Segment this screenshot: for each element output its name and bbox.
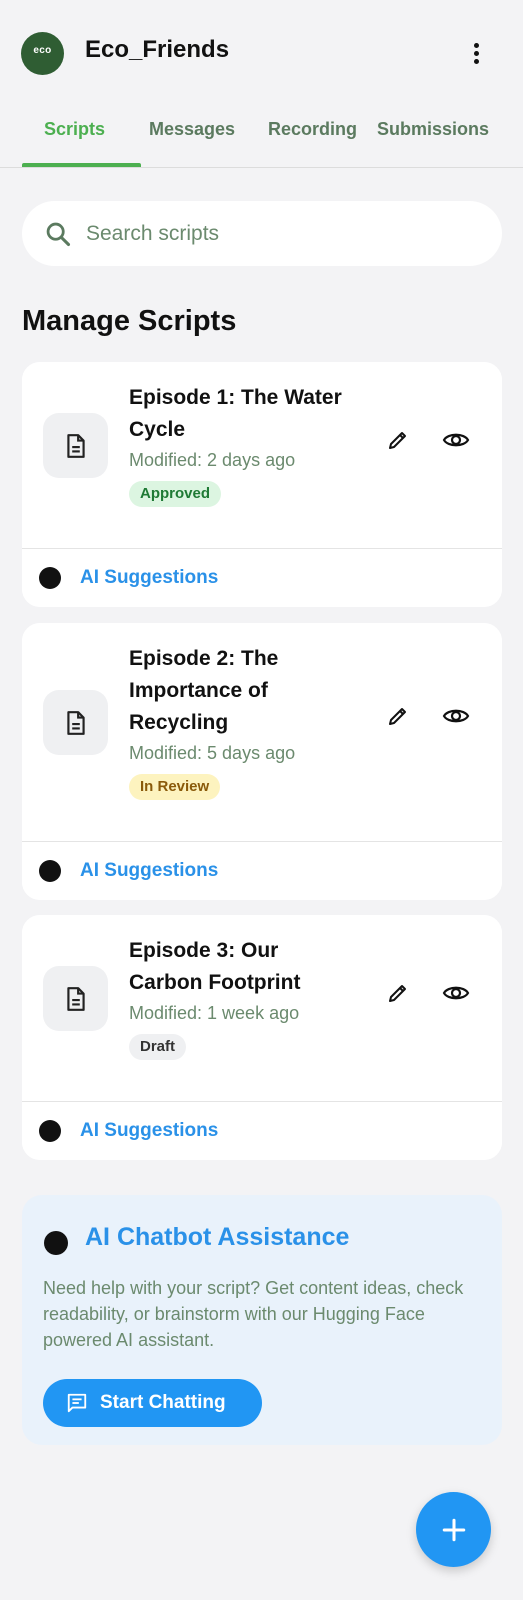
- script-modified: Modified: 2 days ago: [129, 450, 296, 470]
- script-title: Episode 3: Our Carbon Footprint: [129, 939, 301, 994]
- script-card: Episode 3: Our Carbon Footprint Modified…: [22, 915, 502, 1160]
- script-card-main[interactable]: Episode 2: The Importance of Recycling M…: [22, 623, 502, 823]
- chat-icon: [67, 1393, 87, 1413]
- tab-recording[interactable]: Recording: [268, 119, 357, 140]
- chatbot-title: AI Chatbot Assistance: [85, 1223, 350, 1251]
- ai-suggestions-link[interactable]: AI Suggestions: [22, 1102, 502, 1160]
- script-card-main[interactable]: Episode 3: Our Carbon Footprint Modified…: [22, 915, 502, 1083]
- start-chatting-label: Start Chatting: [100, 1392, 226, 1413]
- script-card: Episode 1: The Water Cycle Modified: 2 d…: [22, 362, 502, 607]
- ai-icon: [44, 1231, 68, 1255]
- ai-chatbot-card: AI Chatbot Assistance Need help with you…: [22, 1195, 502, 1445]
- ai-icon: [39, 860, 61, 882]
- status-badge: In Review: [129, 774, 221, 800]
- document-icon: [43, 690, 108, 755]
- ai-suggestions-link[interactable]: AI Suggestions: [22, 549, 502, 607]
- add-script-button[interactable]: [416, 1492, 491, 1567]
- search-bar: [22, 201, 502, 266]
- ai-suggestions-label: AI Suggestions: [80, 567, 219, 588]
- ai-suggestions-link[interactable]: AI Suggestions: [22, 842, 502, 900]
- eye-icon[interactable]: [438, 698, 474, 734]
- section-title: Manage Scripts: [22, 305, 237, 337]
- status-badge: Approved: [129, 481, 222, 507]
- edit-icon[interactable]: [380, 698, 416, 734]
- app-title: Eco_Friends: [85, 36, 230, 63]
- active-tab-indicator: [22, 163, 141, 167]
- ai-icon: [39, 567, 61, 589]
- document-icon: [43, 413, 108, 478]
- ai-suggestions-label: AI Suggestions: [80, 1120, 219, 1141]
- tab-scripts[interactable]: Scripts: [44, 119, 105, 140]
- app-logo: eco: [21, 32, 64, 75]
- logo-subtext: [42, 56, 43, 61]
- tab-bar: Scripts Messages Recording Submissions: [0, 107, 523, 168]
- script-card: Episode 2: The Importance of Recycling M…: [22, 623, 502, 900]
- tab-submissions[interactable]: Submissions: [377, 119, 489, 140]
- plus-icon: [442, 1518, 465, 1541]
- edit-icon[interactable]: [380, 422, 416, 458]
- tab-messages[interactable]: Messages: [149, 119, 235, 140]
- eye-icon[interactable]: [438, 422, 474, 458]
- document-icon: [43, 966, 108, 1031]
- status-badge: Draft: [129, 1034, 187, 1060]
- more-vert-icon[interactable]: [470, 38, 482, 68]
- eye-icon[interactable]: [438, 975, 474, 1011]
- script-title: Episode 1: The Water Cycle: [129, 386, 342, 441]
- start-chatting-button[interactable]: Start Chatting: [43, 1379, 262, 1427]
- chatbot-description: Need help with your script? Get content …: [43, 1278, 464, 1350]
- logo-text: eco: [33, 45, 52, 56]
- script-modified: Modified: 1 week ago: [129, 1003, 300, 1023]
- ai-icon: [39, 1120, 61, 1142]
- ai-suggestions-label: AI Suggestions: [80, 860, 219, 881]
- search-icon: [46, 222, 71, 247]
- app-header: eco Eco_Friends: [0, 0, 523, 107]
- search-input[interactable]: [86, 214, 476, 254]
- edit-icon[interactable]: [380, 975, 416, 1011]
- script-card-main[interactable]: Episode 1: The Water Cycle Modified: 2 d…: [22, 362, 502, 530]
- script-title: Episode 2: The Importance of Recycling: [129, 647, 279, 734]
- script-modified: Modified: 5 days ago: [129, 743, 296, 763]
